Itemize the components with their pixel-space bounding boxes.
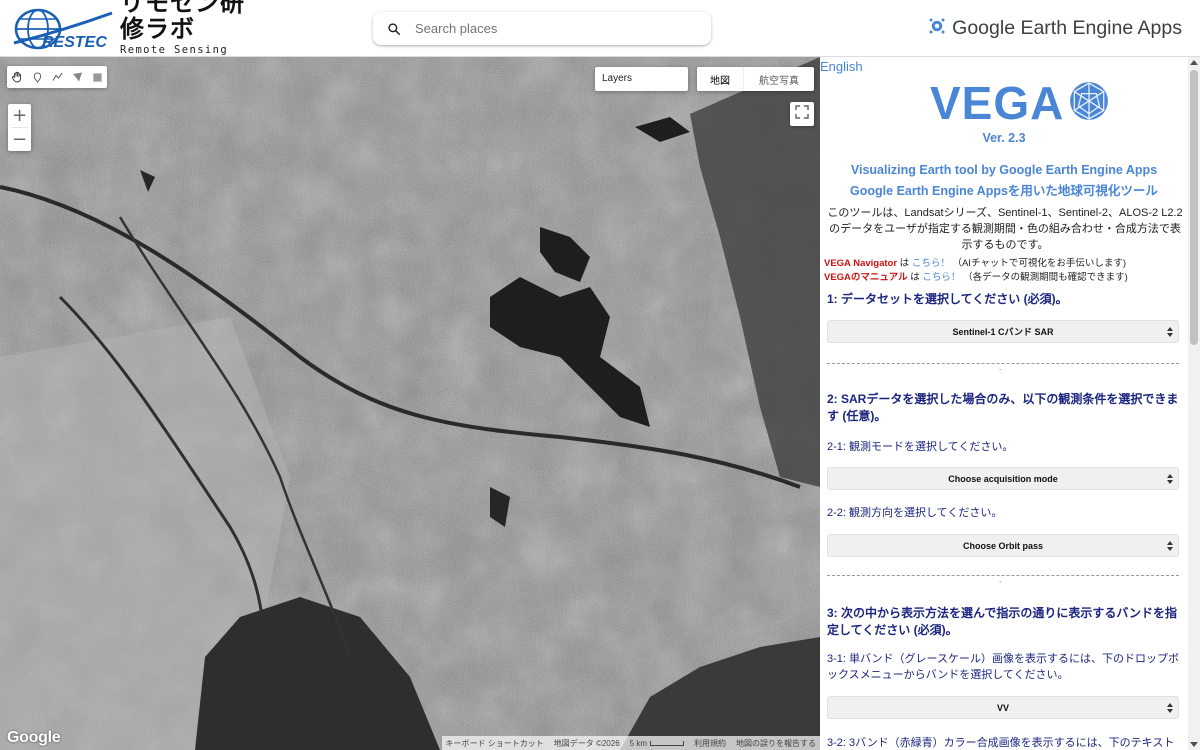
gee-apps-label: Google Earth Engine Apps xyxy=(952,16,1182,39)
logo-title-jp: リモセン研修ラボ xyxy=(120,0,245,43)
manual-link[interactable]: こちら！ xyxy=(922,272,960,283)
panel-scrollbar[interactable] xyxy=(1188,57,1200,750)
search-input[interactable] xyxy=(415,21,695,36)
tool-description: このツールは、Landsatシリーズ、Sentinel-1、Sentinel-2… xyxy=(827,207,1183,251)
select-arrows-icon xyxy=(1167,327,1173,337)
vega-globe-icon xyxy=(1068,80,1110,127)
scale-indicator[interactable]: 5 km xyxy=(630,739,684,748)
fullscreen-button[interactable] xyxy=(790,102,814,126)
navigator-tail: （AIチャットで可視化をお手伝いします) xyxy=(949,258,1127,269)
search-box[interactable] xyxy=(373,12,711,45)
vega-title-text: VEGA xyxy=(930,77,1065,129)
navigator-label: VEGA Navigator xyxy=(824,258,898,269)
divider-mark: - xyxy=(999,577,1002,586)
subtitle-en: Visualizing Earth tool by Google Earth E… xyxy=(850,163,1158,177)
earth-engine-icon xyxy=(928,17,946,40)
scroll-up-arrow-icon[interactable] xyxy=(1190,60,1198,65)
restec-emblem-text: RESTEC xyxy=(42,34,107,51)
dataset-select[interactable]: Sentinel-1 Cバンド SAR xyxy=(827,320,1179,343)
divider-mark: - xyxy=(999,365,1002,374)
navigator-mid: は xyxy=(897,258,912,269)
english-language-link[interactable]: English xyxy=(820,59,863,74)
label-3-1: 3-1: 単バンド（グレースケール）画像を表示するには、下のドロップボックスメニ… xyxy=(827,653,1180,681)
section3-title: 3: 次の中から表示方法を選んで指示の通りに表示するバンドを指定してください (… xyxy=(827,606,1178,637)
label-3-2: 3-2: 3バンド（赤緑青）カラー合成画像を表示するには、下のテキスト xyxy=(827,737,1175,749)
keyboard-shortcuts-link[interactable]: キーボード ショートカット xyxy=(446,738,544,749)
polygon-icon[interactable] xyxy=(67,66,87,88)
select-arrows-icon xyxy=(1167,541,1173,551)
orbit-pass-value: Choose Orbit pass xyxy=(962,540,1043,551)
section-divider xyxy=(827,575,1179,576)
acquisition-mode-select[interactable]: Choose acquisition mode xyxy=(827,467,1179,490)
version-label: Ver. 2.3 xyxy=(982,131,1026,145)
section2-title: 2: SARデータを選択した場合のみ、以下の観測条件を選択できます (任意)。 xyxy=(827,392,1179,423)
dataset-select-value: Sentinel-1 Cバンド SAR xyxy=(952,327,1054,337)
search-icon[interactable] xyxy=(373,12,415,45)
restec-logo[interactable]: RESTEC リモセン研修ラボ Remote Sensing Training … xyxy=(12,0,268,68)
map-view[interactable]: + − Layers 地図 航空写真 Google キーボード ショートカット … xyxy=(0,57,820,750)
scroll-thumb[interactable] xyxy=(1190,70,1198,345)
scale-label: 5 km xyxy=(629,738,647,748)
zoom-control: + − xyxy=(8,104,31,151)
navigator-link[interactable]: こちら！ xyxy=(912,258,950,269)
layers-button[interactable]: Layers xyxy=(595,67,688,91)
band-select[interactable]: VV xyxy=(827,696,1179,719)
map-type-map-button[interactable]: 地図 xyxy=(697,67,744,91)
terms-link[interactable]: 利用規約 xyxy=(694,738,726,749)
side-panel: English VEGA Ver. 2.3 Visualizing Earth … xyxy=(820,57,1200,750)
map-attribution: キーボード ショートカット 地図データ ©2026 5 km 利用規約 地図の誤… xyxy=(441,736,820,750)
google-logo[interactable]: Google xyxy=(7,729,61,747)
rectangle-icon[interactable] xyxy=(87,66,107,88)
section-divider xyxy=(827,363,1179,364)
marker-icon[interactable] xyxy=(27,66,47,88)
map-data-text: 地図データ ©2026 xyxy=(553,738,620,748)
fullscreen-icon xyxy=(794,104,810,125)
app-header: RESTEC リモセン研修ラボ Remote Sensing Training … xyxy=(0,0,1200,68)
manual-label: VEGAのマニュアル xyxy=(824,272,908,283)
band-select-value: VV xyxy=(996,702,1009,713)
label-2-2: 2-2: 観測方向を選択してください。 xyxy=(827,507,1003,519)
zoom-out-button[interactable]: − xyxy=(8,128,31,151)
report-error-link[interactable]: 地図の誤りを報告する xyxy=(736,738,816,749)
manual-tail: （各データの観測期間も確認できます) xyxy=(960,272,1128,283)
map-type-control: 地図 航空写真 xyxy=(697,67,814,91)
navigator-note: VEGA Navigator は こちら！ （AIチャットで可視化をお手伝いしま… xyxy=(824,255,1126,269)
gee-apps-brand[interactable]: Google Earth Engine Apps xyxy=(928,14,1182,42)
restec-emblem-icon: RESTEC xyxy=(12,7,114,51)
vega-title: VEGA xyxy=(930,75,1110,131)
drawing-toolbar xyxy=(7,66,107,88)
manual-note: VEGAのマニュアル は こちら！ （各データの観測期間も確認できます) xyxy=(824,269,1128,283)
zoom-in-button[interactable]: + xyxy=(8,104,31,127)
orbit-pass-select[interactable]: Choose Orbit pass xyxy=(827,534,1179,557)
scale-bar xyxy=(650,740,684,746)
acquisition-mode-value: Choose acquisition mode xyxy=(948,473,1058,484)
map-type-satellite-button[interactable]: 航空写真 xyxy=(744,67,814,91)
select-arrows-icon xyxy=(1167,474,1173,484)
subtitle-jp: Google Earth Engine Appsを用いた地球可視化ツール xyxy=(850,184,1158,198)
select-arrows-icon xyxy=(1167,703,1173,713)
polyline-icon[interactable] xyxy=(47,66,67,88)
scroll-down-arrow-icon[interactable] xyxy=(1190,742,1198,747)
sar-imagery xyxy=(0,57,820,750)
label-2-1: 2-1: 観測モードを選択してください。 xyxy=(827,441,1014,453)
manual-mid: は xyxy=(907,272,923,283)
section1-title: 1: データセットを選択してください (必須)。 xyxy=(827,292,1068,306)
hand-icon[interactable] xyxy=(7,66,27,88)
